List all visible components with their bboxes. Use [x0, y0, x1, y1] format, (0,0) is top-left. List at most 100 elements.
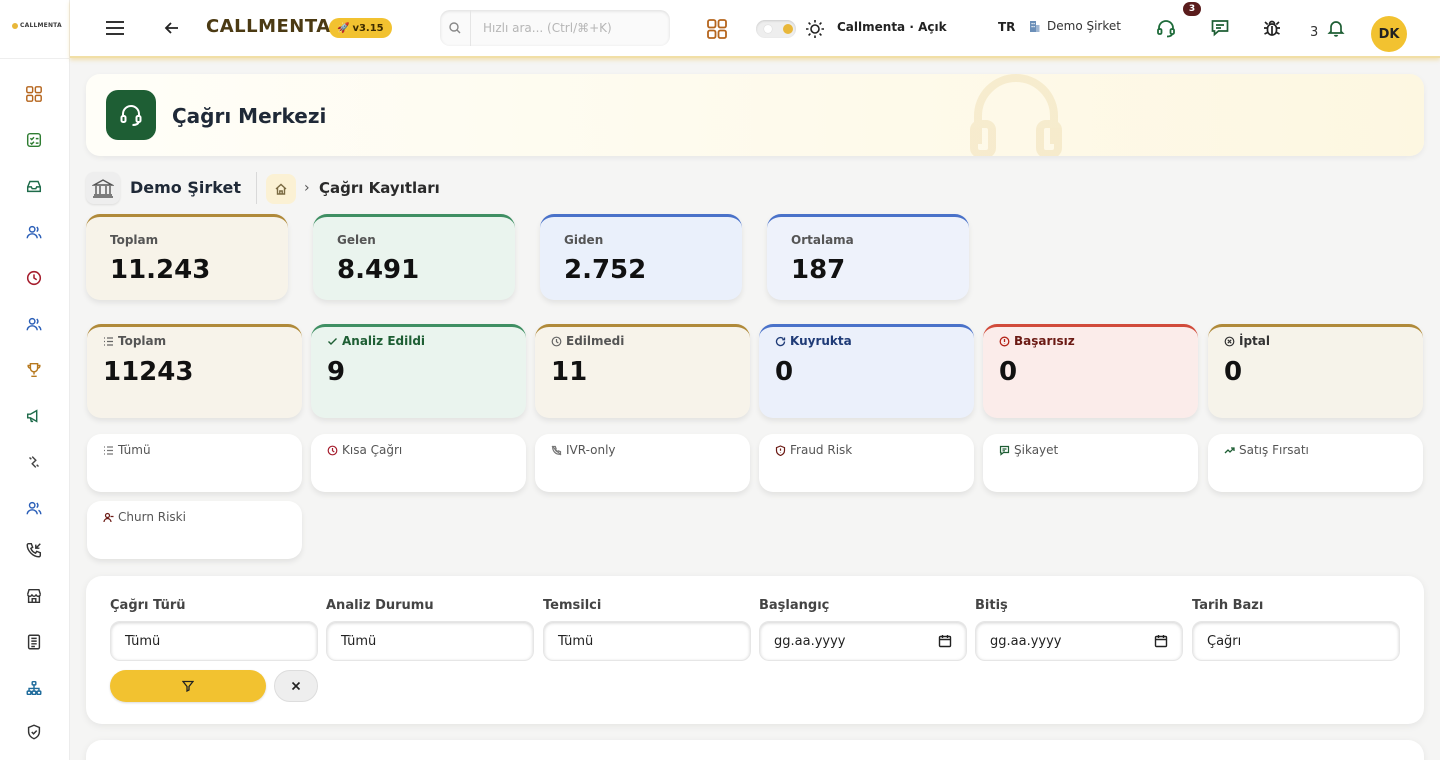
- sidebar-item-security[interactable]: [24, 722, 44, 742]
- sidebar-item-store[interactable]: [24, 586, 44, 606]
- sidebar-item-contacts[interactable]: [24, 498, 44, 518]
- chip-ivr-only[interactable]: IVR-only: [535, 434, 750, 492]
- clock-icon: [26, 270, 42, 286]
- language-selector[interactable]: TR: [998, 20, 1015, 34]
- summary-card-outgoing: Giden 2.752: [540, 214, 742, 300]
- chip-churn-risk[interactable]: Churn Riski: [87, 501, 302, 559]
- trophy-icon: [27, 362, 41, 378]
- status-label: Başarısız: [999, 334, 1075, 348]
- users-icon: [26, 225, 42, 239]
- agent-select[interactable]: Tümü: [543, 621, 751, 661]
- chip-all[interactable]: Tümü: [87, 434, 302, 492]
- status-card-failed[interactable]: Başarısız 0: [983, 324, 1198, 418]
- chip-fraud-risk[interactable]: Fraud Risk: [759, 434, 974, 492]
- status-card-not-analyzed[interactable]: Edilmedi 11: [535, 324, 750, 418]
- status-value: 0: [999, 357, 1018, 387]
- sidebar-item-calls[interactable]: [24, 540, 44, 560]
- chat-icon: [1211, 20, 1229, 37]
- breadcrumb-home-button[interactable]: [266, 174, 296, 204]
- status-label: Kuyrukta: [775, 334, 852, 348]
- back-button[interactable]: [162, 18, 182, 38]
- filter-start-date: Başlangıç gg.aa.yyyy: [759, 598, 967, 661]
- calendar-icon[interactable]: [938, 634, 952, 648]
- sidebar-item-users[interactable]: [24, 222, 44, 242]
- search-input[interactable]: [470, 10, 666, 46]
- apps-grid-icon: [707, 19, 727, 39]
- end-date-input[interactable]: gg.aa.yyyy: [975, 621, 1183, 661]
- calendar-icon[interactable]: [1154, 634, 1168, 648]
- close-icon: [291, 681, 301, 691]
- apply-filter-button[interactable]: [110, 670, 266, 702]
- apps-grid-button[interactable]: [706, 18, 728, 40]
- status-value: 11: [551, 357, 588, 387]
- sidebar-item-dashboard[interactable]: [24, 84, 44, 104]
- breadcrumb-company: Demo Şirket: [130, 178, 241, 197]
- chip-short-call[interactable]: Kısa Çağrı: [311, 434, 526, 492]
- notifications-button[interactable]: [1324, 16, 1348, 40]
- message-square-icon: [999, 445, 1010, 456]
- support-badge: 3: [1183, 2, 1201, 16]
- arrow-left-icon: [164, 22, 178, 34]
- results-panel: [86, 740, 1424, 760]
- theme-toggle[interactable]: [756, 20, 796, 38]
- user-avatar[interactable]: DK: [1371, 16, 1407, 52]
- clear-filter-button[interactable]: [274, 670, 318, 702]
- call-type-select[interactable]: Tümü: [110, 621, 318, 661]
- version-label: v3.15: [352, 22, 384, 34]
- menu-toggle-button[interactable]: [104, 18, 126, 38]
- status-value: 9: [327, 357, 346, 387]
- summary-card-average: Ortalama 187: [767, 214, 969, 300]
- sidebar-item-campaigns[interactable]: [24, 406, 44, 426]
- filter-label: Tarih Bazı: [1192, 598, 1264, 613]
- sidebar-item-team[interactable]: [24, 314, 44, 334]
- sidebar-item-leaderboard[interactable]: [24, 360, 44, 380]
- sidebar-item-history[interactable]: [24, 268, 44, 288]
- app-title: CALLMENTA: [206, 16, 331, 37]
- task-checklist-icon: [26, 132, 42, 148]
- dashboard-icon: [26, 86, 42, 102]
- trending-up-icon: [1224, 446, 1235, 453]
- brand-logo[interactable]: CALLMENTA: [12, 22, 62, 29]
- cancel-circle-icon: [1224, 336, 1235, 346]
- loading-icon: [775, 336, 786, 346]
- bug-report-button[interactable]: [1260, 16, 1284, 40]
- clock-icon: [327, 445, 338, 455]
- list-icon: [104, 336, 113, 346]
- chip-label: Tümü: [103, 443, 151, 457]
- company-selector[interactable]: Demo Şirket: [1028, 19, 1121, 33]
- start-date-input[interactable]: gg.aa.yyyy: [759, 621, 967, 661]
- chip-sales-opportunity[interactable]: Satış Fırsatı: [1208, 434, 1423, 492]
- page-header-banner: Çağrı Merkezi: [86, 74, 1424, 156]
- status-card-total[interactable]: Toplam 11243: [87, 324, 302, 418]
- chip-complaint[interactable]: Şikayet: [983, 434, 1198, 492]
- date-basis-select[interactable]: Çağrı: [1192, 621, 1400, 661]
- search-icon: [449, 22, 461, 34]
- summary-label: Giden: [564, 233, 604, 247]
- status-card-queued[interactable]: Kuyrukta 0: [759, 324, 974, 418]
- messages-button[interactable]: [1208, 16, 1232, 40]
- summary-label: Ortalama: [791, 233, 854, 247]
- hamburger-icon: [106, 21, 124, 23]
- analysis-status-select[interactable]: Tümü: [326, 621, 534, 661]
- filter-label: Başlangıç: [759, 598, 830, 613]
- filter-label: Çağrı Türü: [110, 598, 186, 613]
- phone-off-icon: [551, 445, 562, 455]
- check-icon: [328, 337, 337, 345]
- sidebar-item-reports[interactable]: [24, 632, 44, 652]
- company-icon: [86, 172, 120, 204]
- status-label: Edilmedi: [551, 334, 624, 348]
- report-icon: [27, 634, 41, 650]
- sidebar-item-tasks[interactable]: [24, 130, 44, 150]
- breadcrumb-current: Çağrı Kayıtları: [319, 179, 440, 197]
- status-card-analyzed[interactable]: Analiz Edildi 9: [311, 324, 526, 418]
- sidebar-item-inbox[interactable]: [24, 176, 44, 196]
- support-button[interactable]: [1154, 16, 1178, 40]
- building-icon: [1030, 20, 1040, 32]
- status-card-cancelled[interactable]: İptal 0: [1208, 324, 1423, 418]
- filter-agent: Temsilci Tümü: [543, 598, 751, 661]
- chip-label: Şikayet: [999, 443, 1058, 457]
- sidebar-item-organization[interactable]: [24, 678, 44, 698]
- summary-card-total: Toplam 11.243: [86, 214, 288, 300]
- filter-call-type: Çağrı Türü Tümü: [110, 598, 318, 661]
- sidebar-item-integrations[interactable]: [24, 452, 44, 472]
